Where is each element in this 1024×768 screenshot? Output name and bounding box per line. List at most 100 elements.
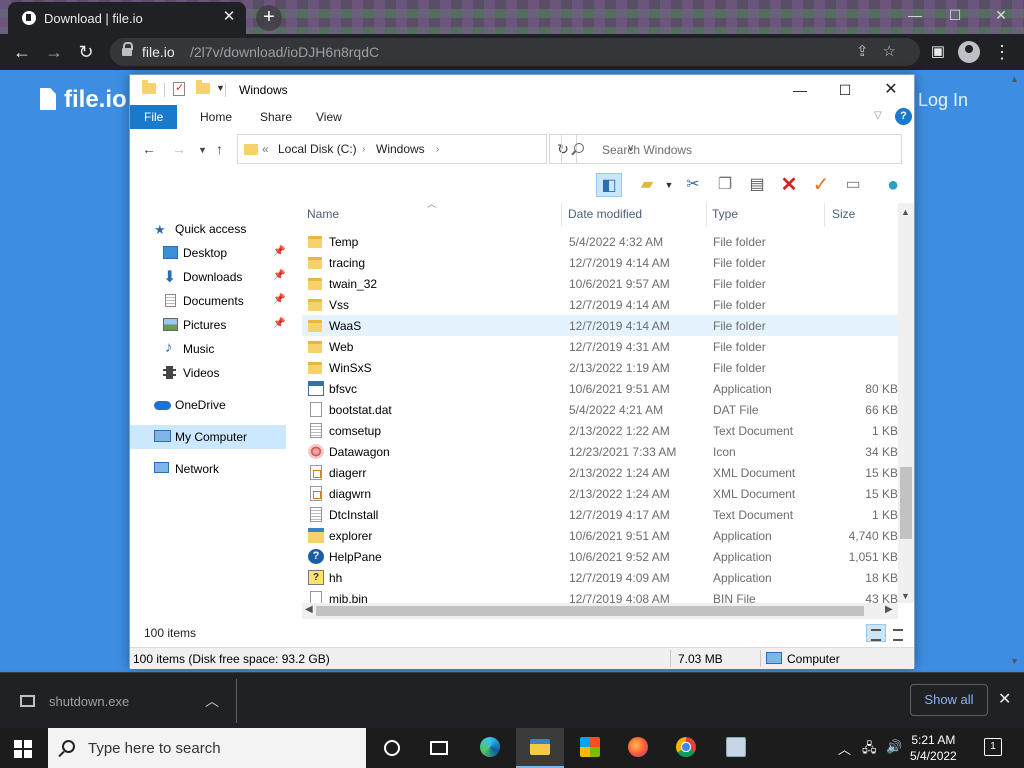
chevron-up-icon[interactable]: ︿ (205, 691, 219, 711)
chevron-right-icon[interactable]: › (362, 144, 365, 155)
search-input[interactable]: Search Windows (561, 134, 902, 164)
volume-icon[interactable]: 🔊 (886, 739, 902, 755)
table-row[interactable]: tracing 12/7/2019 4:14 AM File folder (302, 252, 898, 273)
taskbar-clock[interactable]: 5:21 AM 5/4/2022 (910, 732, 957, 764)
control-panel-taskbar-button[interactable] (712, 728, 760, 768)
horizontal-scrollbar[interactable]: ◀ ▶ (302, 603, 898, 619)
side-panel-icon[interactable]: ▣ (926, 40, 950, 64)
address-bar[interactable]: file.io /2l7v/download/ioDJH6n8rqdC ⇪☆ (110, 38, 920, 66)
forward-arrow-icon[interactable]: → (42, 40, 66, 64)
globe-icon[interactable]: ● (880, 173, 906, 197)
properties-icon[interactable] (173, 81, 185, 96)
details-view-icon[interactable] (866, 624, 886, 642)
table-row[interactable]: Vss 12/7/2019 4:14 AM File folder (302, 294, 898, 315)
paste-icon[interactable]: ▤ (744, 173, 770, 197)
nav-onedrive[interactable]: OneDrive (130, 393, 286, 417)
share-and-bookmark-icons[interactable]: ⇪☆ (856, 42, 910, 60)
pin-icon[interactable]: 📌 (273, 318, 285, 329)
table-row[interactable]: WinSxS 2/13/2022 1:19 AM File folder (302, 357, 898, 378)
nav-my-computer[interactable]: My Computer (130, 425, 286, 449)
scrollbar-thumb[interactable] (316, 606, 864, 616)
tab-close-icon[interactable]: ✕ (220, 8, 238, 26)
table-row[interactable]: Temp 5/4/2022 4:32 AM File folder (302, 231, 898, 252)
scroll-left-icon[interactable]: ◀ (305, 604, 313, 615)
copy-icon[interactable]: ❐ (712, 173, 738, 197)
table-row[interactable]: ? hh 12/7/2019 4:09 AM Application 18 KB (302, 567, 898, 588)
chrome-menu-icon[interactable]: ⋮ (990, 40, 1014, 64)
browser-maximize-button[interactable]: ☐ (940, 4, 970, 26)
scroll-right-icon[interactable]: ▶ (885, 604, 893, 615)
scroll-down-icon[interactable]: ▼ (901, 591, 910, 601)
column-divider[interactable] (561, 203, 562, 227)
nav-desktop[interactable]: Desktop 📌 (130, 241, 286, 265)
browser-tab[interactable]: Download | file.io ✕ (8, 2, 246, 34)
breadcrumb-local-disk[interactable]: Local Disk (C:) (278, 142, 357, 156)
pin-icon[interactable]: 📌 (273, 294, 285, 305)
nav-pictures[interactable]: Pictures 📌 (130, 313, 286, 337)
chevron-down-icon[interactable]: ▼ (656, 173, 682, 197)
profile-avatar[interactable] (958, 41, 980, 63)
store-taskbar-button[interactable] (566, 728, 614, 768)
table-row[interactable]: diagerr 2/13/2022 1:24 AM XML Document 15 K… (302, 462, 898, 483)
file-explorer-taskbar-button[interactable] (516, 728, 564, 768)
address-bar[interactable]: « Local Disk (C:) › Windows › ∨ (237, 134, 634, 164)
tab-view[interactable]: View (302, 105, 356, 129)
table-row[interactable]: diagwrn 2/13/2022 1:24 AM XML Document 15 K… (302, 483, 898, 504)
minimize-button[interactable]: — (777, 77, 823, 103)
edge-taskbar-button[interactable] (466, 728, 514, 768)
table-row[interactable]: Web 12/7/2019 4:31 AM File folder (302, 336, 898, 357)
vertical-scrollbar[interactable]: ▲ ▼ (898, 203, 914, 603)
task-view-button[interactable] (416, 728, 464, 768)
taskbar-search-input[interactable]: Type here to search (48, 728, 366, 768)
file-io-logo[interactable]: file.io (40, 86, 127, 114)
column-header-size[interactable]: Size (832, 207, 855, 227)
table-row[interactable]: bootstat.dat 5/4/2022 4:21 AM DAT File 66 K… (302, 399, 898, 420)
notification-center-icon[interactable]: 1 (984, 738, 1002, 756)
download-file-name[interactable]: shutdown.exe (49, 694, 129, 709)
tab-share[interactable]: Share (246, 105, 306, 129)
nav-music[interactable]: ♪ Music (130, 337, 286, 361)
forward-arrow-icon[interactable]: → (172, 141, 186, 157)
table-row[interactable]: bfsvc 10/6/2021 9:51 AM Application 80 KB (302, 378, 898, 399)
nav-quick-access[interactable]: ★ Quick access (130, 217, 286, 241)
column-divider[interactable] (706, 203, 707, 227)
recent-locations-icon[interactable]: ▼ (198, 145, 207, 155)
tab-file[interactable]: File (130, 105, 178, 129)
firefox-taskbar-button[interactable] (614, 728, 662, 768)
pin-icon[interactable]: 📌 (273, 270, 285, 281)
back-arrow-icon[interactable]: ← (10, 40, 34, 64)
preview-pane-icon[interactable]: ◧ (596, 173, 622, 197)
back-arrow-icon[interactable]: ← (142, 141, 156, 157)
quick-access-dropdown-icon[interactable]: ▼ (216, 83, 225, 93)
column-divider[interactable] (824, 203, 825, 227)
scrollbar-thumb[interactable] (900, 467, 912, 539)
show-all-button[interactable]: Show all (910, 684, 988, 716)
cut-icon[interactable]: ✂ (680, 173, 706, 197)
column-header-name[interactable]: Name (307, 207, 339, 227)
table-row[interactable]: comsetup 2/13/2022 1:22 AM Text Document 1 … (302, 420, 898, 441)
new-tab-button[interactable]: + (256, 5, 282, 31)
checkmark-icon[interactable]: ✓ (808, 173, 834, 197)
table-row[interactable]: DtcInstall 12/7/2019 4:17 AM Text Document… (302, 504, 898, 525)
column-header-type[interactable]: Type (712, 207, 738, 227)
breadcrumb-windows[interactable]: Windows (376, 142, 425, 156)
reload-icon[interactable]: ↻ (74, 40, 98, 64)
pin-icon[interactable]: 📌 (273, 246, 285, 257)
close-shelf-icon[interactable]: ✕ (998, 689, 1011, 709)
nav-videos[interactable]: Videos (130, 361, 286, 385)
new-folder-icon[interactable] (196, 80, 210, 94)
table-row[interactable]: explorer 10/6/2021 9:51 AM Application 4,74… (302, 525, 898, 546)
login-link[interactable]: Log In (918, 90, 968, 111)
breadcrumb-overflow-icon[interactable]: « (262, 142, 269, 156)
chrome-taskbar-button[interactable] (662, 728, 710, 768)
up-arrow-icon[interactable]: ↑ (216, 141, 223, 157)
show-hidden-icons-icon[interactable]: ︿ (838, 739, 851, 758)
cortana-button[interactable] (368, 728, 416, 768)
windows-start-icon[interactable] (14, 740, 32, 758)
browser-minimize-button[interactable]: — (900, 4, 930, 26)
delete-icon[interactable]: ✕ (776, 173, 802, 197)
table-row[interactable]: ? HelpPane 10/6/2021 9:52 AM Application 1,0… (302, 546, 898, 567)
help-icon[interactable]: ? (895, 108, 912, 125)
nav-downloads[interactable]: ⬇ Downloads 📌 (130, 265, 286, 289)
network-tray-icon[interactable]: 🖧 (862, 739, 877, 761)
